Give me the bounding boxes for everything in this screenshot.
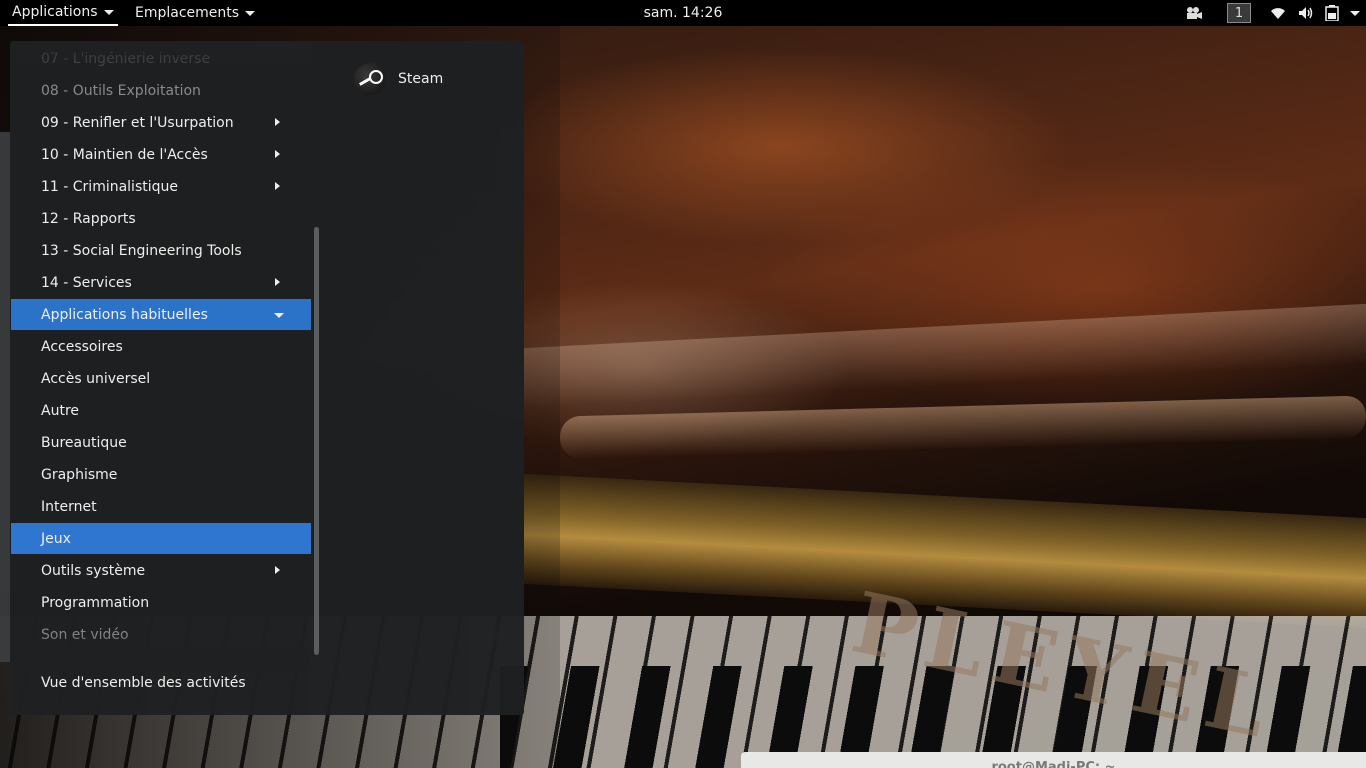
category-label: Programmation (41, 594, 150, 611)
activities-overview-button[interactable]: Vue d'ensemble des activités (41, 673, 246, 693)
chevron-right-icon (275, 278, 280, 286)
category-label: 11 - Criminalistique (41, 178, 178, 195)
category-list: 07 - L'ingénierie inverse 08 - Outils Ex… (11, 41, 311, 701)
category-label: 13 - Social Engineering Tools (41, 242, 242, 259)
category-item[interactable]: Accès universel (11, 363, 311, 394)
chevron-right-icon (275, 118, 280, 126)
applications-menu-label: Applications (12, 4, 98, 20)
category-item[interactable]: Programmation (11, 587, 311, 618)
chevron-right-icon (275, 182, 280, 190)
chevron-down-icon (245, 10, 256, 16)
category-label: Accessoires (41, 338, 123, 355)
category-item[interactable]: 09 - Renifler et l'Usurpation (11, 107, 311, 138)
battery-icon[interactable] (1320, 0, 1344, 26)
top-bar: Applications Emplacements sam. 14:26 1 (0, 0, 1366, 26)
category-item[interactable]: Outils système (11, 555, 311, 586)
places-menu-label: Emplacements (135, 5, 240, 21)
category-item-selected[interactable]: Applications habituelles (11, 299, 311, 330)
category-label: 07 - L'ingénierie inverse (41, 50, 211, 67)
activities-overview-label: Vue d'ensemble des activités (41, 675, 246, 691)
category-label: Outils système (41, 562, 146, 579)
category-label: 12 - Rapports (41, 210, 136, 227)
category-item[interactable]: Bureautique (11, 427, 311, 458)
category-item-hovered[interactable]: Jeux (11, 523, 311, 554)
applications-menu-button[interactable]: Applications (8, 0, 118, 26)
system-tray: 1 (1174, 0, 1366, 26)
app-item-steam[interactable]: Steam (354, 63, 443, 95)
wallpaper-lid-highlight (524, 303, 1366, 409)
terminal-title: root@Madi-PC: ~ (991, 760, 1116, 768)
places-menu-button[interactable]: Emplacements (131, 0, 259, 26)
category-label: Son et vidéo (41, 626, 129, 643)
terminal-window[interactable]: root@Madi-PC: ~ (741, 752, 1366, 768)
volume-icon[interactable] (1292, 0, 1320, 26)
applications-menu: 07 - L'ingénierie inverse 08 - Outils Ex… (10, 41, 524, 715)
category-label: 10 - Maintien de l'Accès (41, 146, 208, 163)
chevron-right-icon (275, 150, 280, 158)
category-item[interactable]: Internet (11, 491, 311, 522)
category-item[interactable]: Autre (11, 395, 311, 426)
category-label: Autre (41, 402, 80, 419)
clock-button[interactable]: sam. 14:26 (644, 5, 723, 21)
category-item[interactable]: Accessoires (11, 331, 311, 362)
category-item[interactable]: 07 - L'ingénierie inverse (11, 43, 311, 74)
category-label: Graphisme (41, 466, 118, 483)
category-label: 14 - Services (41, 274, 132, 291)
wallpaper-lid-shine (560, 395, 1366, 459)
video-icon[interactable] (1174, 0, 1214, 26)
category-item[interactable]: 11 - Criminalistique (11, 171, 311, 202)
chevron-down-icon (103, 9, 114, 15)
workspace-indicator[interactable]: 1 (1214, 0, 1264, 26)
category-label: Internet (41, 498, 97, 515)
category-item[interactable]: Son et vidéo (11, 619, 311, 650)
category-item[interactable]: Graphisme (11, 459, 311, 490)
category-item[interactable]: 14 - Services (11, 267, 311, 298)
category-label: Applications habituelles (41, 306, 208, 323)
category-scrollbar[interactable] (314, 227, 319, 655)
background-window-edge[interactable] (0, 132, 10, 662)
category-item[interactable]: 08 - Outils Exploitation (11, 75, 311, 106)
wifi-icon[interactable] (1264, 0, 1292, 26)
category-label: 09 - Renifler et l'Usurpation (41, 114, 234, 131)
steam-icon (354, 63, 386, 95)
chevron-down-icon (274, 313, 284, 318)
category-item[interactable]: 13 - Social Engineering Tools (11, 235, 311, 266)
category-label: Bureautique (41, 434, 127, 451)
category-label: Accès universel (41, 370, 151, 387)
category-item[interactable]: 10 - Maintien de l'Accès (11, 139, 311, 170)
system-menu-chevron-down-icon[interactable] (1344, 0, 1366, 26)
category-label: Jeux (41, 530, 71, 547)
category-item[interactable]: 12 - Rapports (11, 203, 311, 234)
workspace-number: 1 (1227, 3, 1251, 23)
app-label: Steam (398, 71, 444, 87)
chevron-right-icon (275, 566, 280, 574)
category-label: 08 - Outils Exploitation (41, 82, 201, 99)
